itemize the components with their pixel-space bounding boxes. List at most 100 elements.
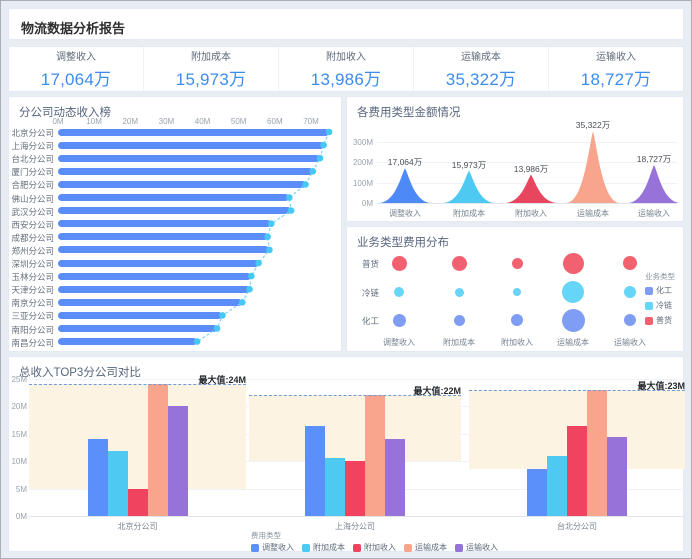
y-axis-tick: 0M xyxy=(3,512,27,521)
series-bar[interactable] xyxy=(607,437,627,516)
rank-bar[interactable] xyxy=(58,194,289,201)
row-label: 深圳分公司 xyxy=(9,258,54,270)
legend: 费用类型调整收入附加成本附加收入运输成本运输收入 xyxy=(251,530,498,553)
bubble[interactable] xyxy=(394,287,404,297)
legend-item-label: 冷链 xyxy=(656,300,672,311)
series-bar[interactable] xyxy=(305,426,325,516)
bubble[interactable] xyxy=(513,288,521,296)
bubble[interactable] xyxy=(624,314,636,326)
peak-value-label: 15,973万 xyxy=(439,159,499,171)
bubble[interactable] xyxy=(562,309,585,332)
legend-item[interactable]: 调整收入 xyxy=(251,542,294,553)
rank-bar[interactable] xyxy=(58,273,251,280)
row-label: 合肥分公司 xyxy=(9,179,54,191)
x-axis-category: 北京分公司 xyxy=(93,521,183,532)
rank-bar[interactable] xyxy=(58,286,250,293)
kpi-value: 15,973万 xyxy=(176,65,246,90)
rank-bar[interactable] xyxy=(58,129,329,136)
bubble[interactable] xyxy=(623,256,637,270)
y-axis-tick: 100M xyxy=(349,179,373,188)
x-axis-category: 运输收入 xyxy=(624,208,684,219)
legend-item-label: 运输收入 xyxy=(466,542,498,553)
bubble[interactable] xyxy=(454,315,465,326)
y-axis-tick: 200M xyxy=(349,158,373,167)
series-bar[interactable] xyxy=(587,390,607,516)
peak-shape xyxy=(378,168,432,203)
kpi-label: 运输成本 xyxy=(461,48,501,63)
peak-shape xyxy=(442,171,496,203)
kpi-label: 运输收入 xyxy=(596,48,636,63)
kpi-card-extra-income: 附加收入 13,986万 xyxy=(279,47,414,91)
legend-item-label: 附加收入 xyxy=(364,542,396,553)
mark-area xyxy=(249,395,461,461)
bubble[interactable] xyxy=(512,258,523,269)
legend-item[interactable]: 运输成本 xyxy=(404,542,447,553)
panel-business-type-distribution: 业务类型费用分布 普货冷链化工调整收入附加成本附加收入运输成本运输收入业务类型化… xyxy=(346,226,684,352)
bubble[interactable] xyxy=(452,256,467,271)
legend-item[interactable]: 附加收入 xyxy=(353,542,396,553)
max-value-label: 最大值:23M xyxy=(605,379,685,392)
row-label: 北京分公司 xyxy=(9,127,54,139)
row-label: 上海分公司 xyxy=(9,140,54,152)
max-value-label: 最大值:24M xyxy=(166,373,246,386)
rank-bar[interactable] xyxy=(58,155,320,162)
bubble[interactable] xyxy=(393,314,406,327)
series-bar[interactable] xyxy=(345,461,365,516)
rank-bar[interactable] xyxy=(58,260,259,267)
legend-item[interactable]: 普货 xyxy=(645,315,675,326)
legend-item[interactable]: 化工 xyxy=(645,285,675,296)
kpi-label: 调整收入 xyxy=(56,48,96,63)
series-bar[interactable] xyxy=(325,458,345,516)
bubble[interactable] xyxy=(563,253,584,274)
rank-bar[interactable] xyxy=(58,338,197,345)
series-bar[interactable] xyxy=(108,451,128,516)
bubble[interactable] xyxy=(455,288,464,297)
rank-bar[interactable] xyxy=(58,207,291,214)
row-label: 普货 xyxy=(351,258,379,270)
series-bar[interactable] xyxy=(148,384,168,516)
bubble[interactable] xyxy=(392,256,407,271)
rank-bar[interactable] xyxy=(58,220,271,227)
row-label: 玉林分公司 xyxy=(9,271,54,283)
kpi-card-adjust-income: 调整收入 17,064万 xyxy=(9,47,144,91)
x-axis-category: 台北分公司 xyxy=(532,521,622,532)
legend-item-label: 普货 xyxy=(656,315,672,326)
rank-bar[interactable] xyxy=(58,142,324,149)
row-label: 南京分公司 xyxy=(9,297,54,309)
rank-bar[interactable] xyxy=(58,299,242,306)
rank-bar[interactable] xyxy=(58,181,306,188)
row-label: 三亚分公司 xyxy=(9,310,54,322)
rank-bar[interactable] xyxy=(58,233,268,240)
legend-item[interactable]: 附加成本 xyxy=(302,542,345,553)
series-bar[interactable] xyxy=(365,395,385,516)
series-bar[interactable] xyxy=(547,456,567,516)
series-bar[interactable] xyxy=(88,439,108,516)
y-axis-tick: 20M xyxy=(3,402,27,411)
bubble[interactable] xyxy=(562,281,584,303)
panel-top3-comparison: 总收入TOP3分公司对比 0M5M10M15M20M25M最大值:24M北京分公… xyxy=(8,356,684,552)
legend-item[interactable]: 冷链 xyxy=(645,300,675,311)
x-axis-tick: 60M xyxy=(263,117,287,126)
legend-swatch xyxy=(455,544,463,552)
legend-item[interactable]: 运输收入 xyxy=(455,542,498,553)
series-bar[interactable] xyxy=(567,426,587,516)
rank-bar[interactable] xyxy=(58,168,313,175)
series-bar[interactable] xyxy=(128,489,148,516)
bubble[interactable] xyxy=(624,286,636,298)
series-bar[interactable] xyxy=(385,439,405,516)
row-label: 天津分公司 xyxy=(9,284,54,296)
legend-swatch xyxy=(645,317,653,325)
series-bar[interactable] xyxy=(168,406,188,516)
series-bar[interactable] xyxy=(527,469,547,516)
bubble[interactable] xyxy=(511,314,523,326)
kpi-card-transport-cost: 运输成本 35,322万 xyxy=(414,47,549,91)
page-title: 物流数据分析报告 xyxy=(21,18,125,37)
kpi-value: 18,727万 xyxy=(581,65,651,90)
cost-type-amount-chart: 0M100M200M300M17,064万调整收入15,973万附加成本13,9… xyxy=(347,97,683,221)
row-label: 成都分公司 xyxy=(9,232,54,244)
x-axis-tick: 70M xyxy=(299,117,323,126)
peak-value-label: 13,986万 xyxy=(501,163,561,175)
rank-bar[interactable] xyxy=(58,246,269,253)
rank-bar[interactable] xyxy=(58,312,222,319)
rank-bar[interactable] xyxy=(58,325,217,332)
